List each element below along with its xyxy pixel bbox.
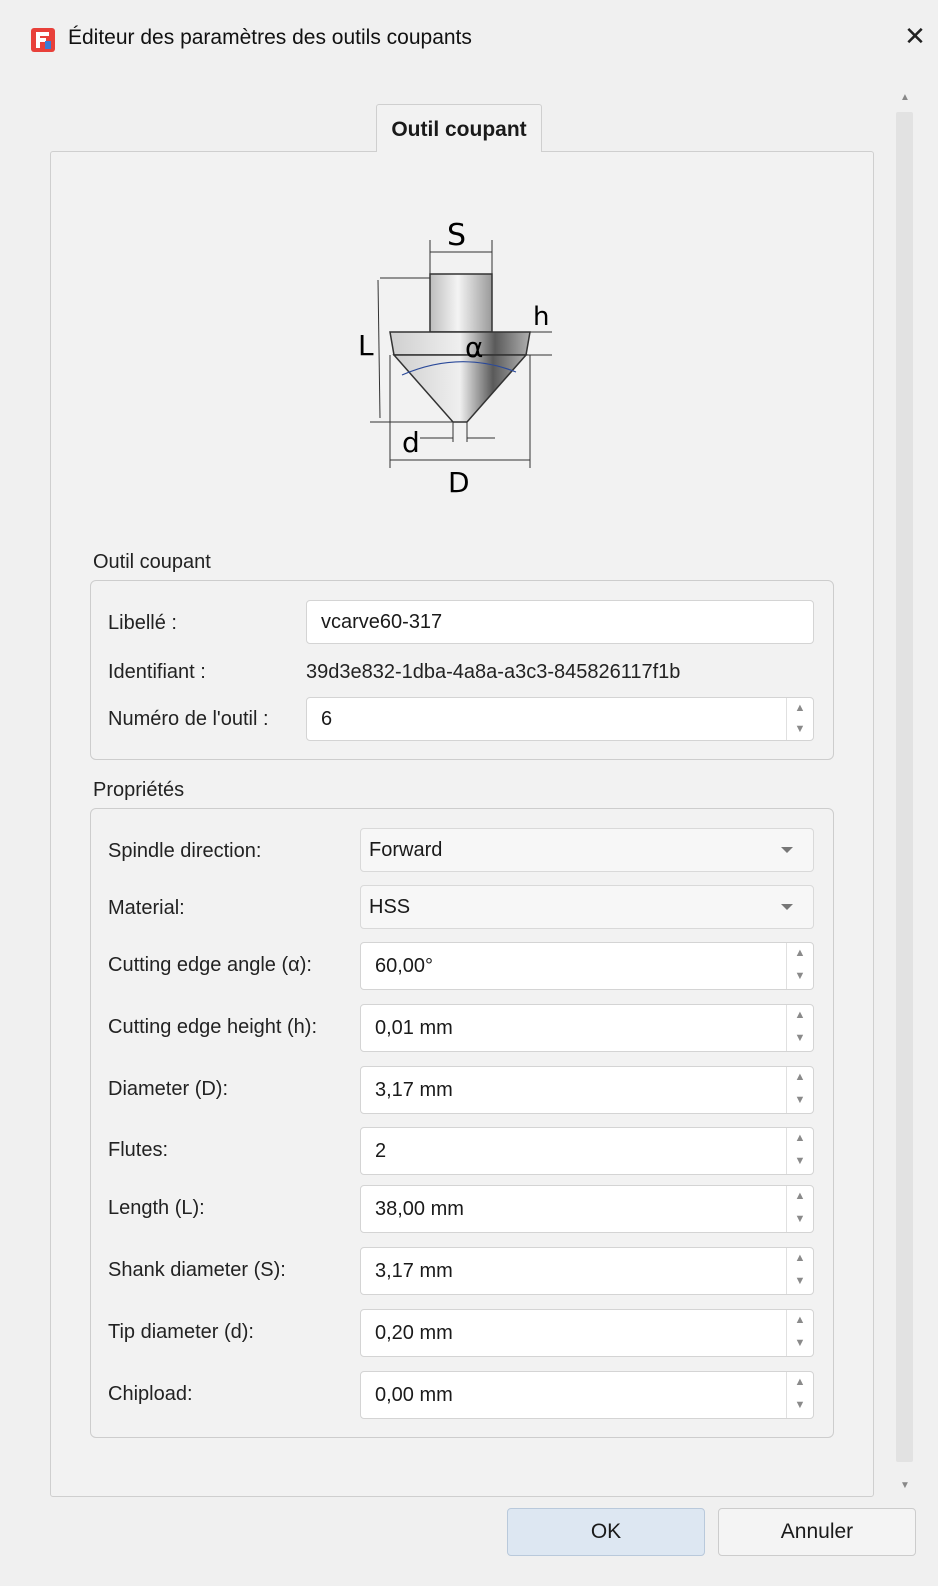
spin-buttons: ▲ ▼ (786, 1310, 813, 1356)
spin-up-icon[interactable]: ▲ (787, 1372, 813, 1395)
id-value: 39d3e832-1dba-4a8a-a3c3-845826117f1b (306, 661, 681, 683)
spin-up-icon[interactable]: ▲ (787, 1005, 813, 1028)
prop-dropdown[interactable]: HSS (360, 885, 814, 929)
diagram-label-D: D (448, 466, 470, 499)
chevron-down-icon[interactable] (781, 847, 793, 853)
prop-label: Tip diameter (d): (108, 1321, 254, 1343)
prop-value: 3,17 mm (375, 1259, 453, 1282)
prop-label: Material: (108, 897, 185, 919)
prop-stepper[interactable]: 0,01 mm ▲ ▼ (360, 1004, 814, 1052)
prop-stepper[interactable]: 0,20 mm ▲ ▼ (360, 1309, 814, 1357)
prop-label: Chipload: (108, 1383, 193, 1405)
spin-up-icon[interactable]: ▲ (787, 1128, 813, 1151)
prop-label: Shank diameter (S): (108, 1259, 286, 1281)
vertical-scrollbar[interactable]: ▲ ▼ (893, 86, 917, 1498)
name-label: Libellé : (108, 612, 177, 634)
tool-number-spin-buttons: ▲ ▼ (786, 698, 813, 740)
prop-value: 60,00° (375, 954, 434, 977)
spin-buttons: ▲ ▼ (786, 1372, 813, 1418)
spin-down-icon[interactable]: ▼ (787, 1333, 813, 1356)
spin-up-icon[interactable]: ▲ (787, 1067, 813, 1090)
spin-up-icon[interactable]: ▲ (787, 943, 813, 966)
diagram-label-h: h (533, 302, 549, 332)
diagram-label-alpha: α (465, 331, 483, 364)
prop-label: Spindle direction: (108, 840, 262, 862)
spin-up-icon[interactable]: ▲ (787, 1310, 813, 1333)
prop-value: Forward (369, 838, 443, 861)
prop-value: 0,00 mm (375, 1383, 453, 1406)
prop-value: 3,17 mm (375, 1078, 453, 1101)
spin-up-icon[interactable]: ▲ (787, 1186, 813, 1209)
app-logo-icon (31, 28, 55, 52)
spin-down-icon[interactable]: ▼ (787, 1090, 813, 1113)
cancel-button[interactable]: Annuler (718, 1508, 916, 1556)
scroll-down-icon[interactable]: ▼ (893, 1474, 917, 1498)
prop-stepper[interactable]: 3,17 mm ▲ ▼ (360, 1066, 814, 1114)
prop-label: Flutes: (108, 1139, 169, 1161)
prop-value: 38,00 mm (375, 1197, 464, 1220)
prop-stepper[interactable]: 2 ▲ ▼ (360, 1127, 814, 1175)
ok-button[interactable]: OK (507, 1508, 705, 1556)
prop-label: Length (L): (108, 1197, 205, 1219)
prop-label: Cutting edge angle (α): (108, 954, 312, 976)
spin-down-icon[interactable]: ▼ (787, 1209, 813, 1232)
prop-stepper[interactable]: 0,00 mm ▲ ▼ (360, 1371, 814, 1419)
scrollbar-thumb[interactable] (896, 112, 913, 1462)
tool-number-value: 6 (321, 707, 333, 730)
spin-buttons: ▲ ▼ (786, 1067, 813, 1113)
spin-down-icon[interactable]: ▼ (787, 719, 813, 740)
prop-value: 0,20 mm (375, 1321, 453, 1344)
spin-buttons: ▲ ▼ (786, 943, 813, 989)
prop-value: HSS (369, 895, 411, 918)
spin-down-icon[interactable]: ▼ (787, 1395, 813, 1418)
prop-dropdown[interactable]: Forward (360, 828, 814, 872)
spin-down-icon[interactable]: ▼ (787, 1028, 813, 1051)
spin-buttons: ▲ ▼ (786, 1186, 813, 1232)
spin-buttons: ▲ ▼ (786, 1128, 813, 1174)
scroll-up-icon[interactable]: ▲ (893, 86, 917, 110)
spin-up-icon[interactable]: ▲ (787, 698, 813, 719)
spin-down-icon[interactable]: ▼ (787, 1271, 813, 1294)
name-input-value: vcarve60-317 (321, 610, 443, 633)
tool-number-stepper[interactable]: 6 ▲ ▼ (306, 697, 814, 741)
diagram-label-l: L (358, 329, 374, 362)
prop-stepper[interactable]: 38,00 mm ▲ ▼ (360, 1185, 814, 1233)
prop-label: Cutting edge height (h): (108, 1016, 318, 1038)
tool-number-label: Numéro de l'outil : (108, 708, 269, 730)
name-input[interactable]: vcarve60-317 (306, 600, 814, 644)
spin-down-icon[interactable]: ▼ (787, 966, 813, 989)
tool-group-title: Outil coupant (93, 551, 211, 573)
spin-buttons: ▲ ▼ (786, 1005, 813, 1051)
title-bar: Éditeur des paramètres des outils coupan… (0, 0, 938, 76)
window-title: Éditeur des paramètres des outils coupan… (68, 26, 472, 49)
prop-value: 0,01 mm (375, 1016, 453, 1039)
chevron-down-icon[interactable] (781, 904, 793, 910)
tool-diagram: S L h α d D (358, 218, 552, 499)
prop-stepper[interactable]: 3,17 mm ▲ ▼ (360, 1247, 814, 1295)
diagram-label-d: d (402, 426, 420, 459)
close-button[interactable]: ✕ (900, 22, 930, 52)
id-label: Identifiant : (108, 661, 206, 683)
prop-value: 2 (375, 1139, 387, 1162)
prop-label: Diameter (D): (108, 1078, 229, 1100)
spin-up-icon[interactable]: ▲ (787, 1248, 813, 1271)
tab-outil-coupant[interactable]: Outil coupant (376, 104, 542, 152)
spin-buttons: ▲ ▼ (786, 1248, 813, 1294)
diagram-label-s: S (447, 218, 466, 253)
props-group-title: Propriétés (93, 779, 185, 801)
spin-down-icon[interactable]: ▼ (787, 1151, 813, 1174)
prop-stepper[interactable]: 60,00° ▲ ▼ (360, 942, 814, 990)
